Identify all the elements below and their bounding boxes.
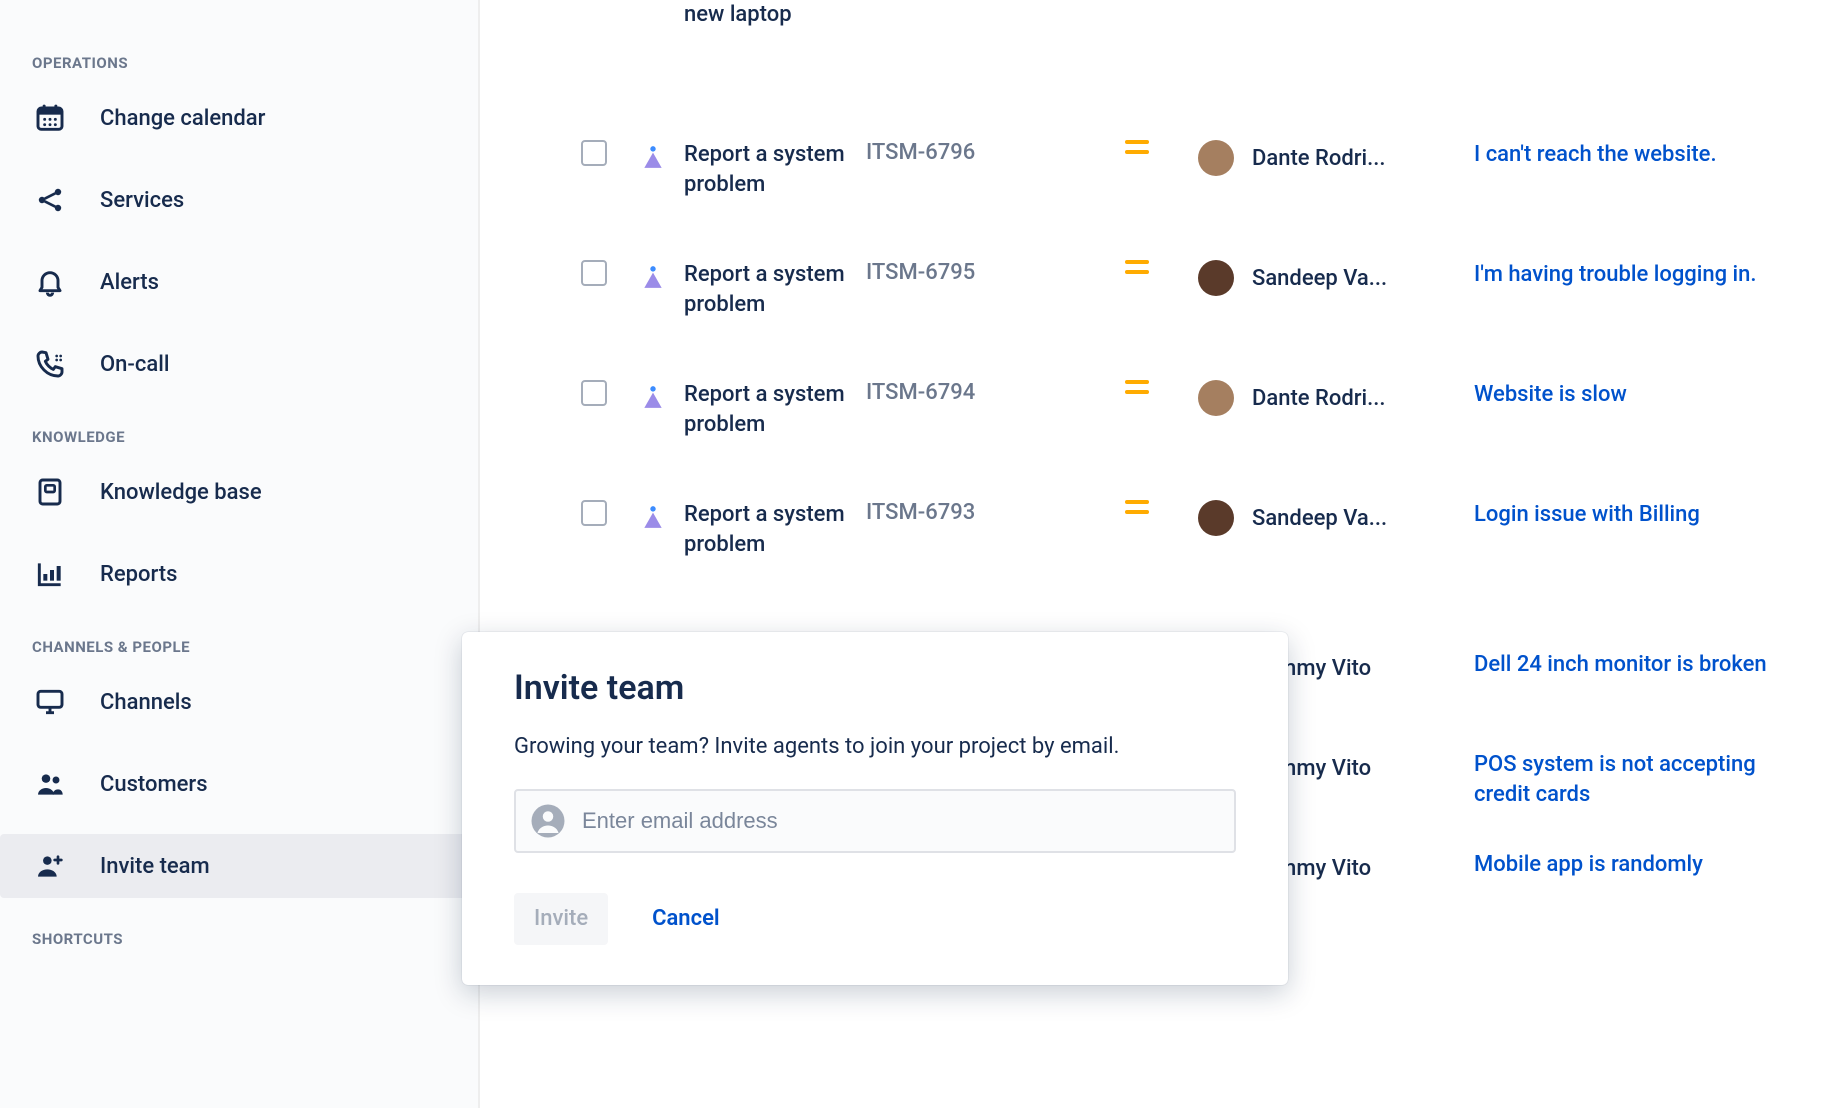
row-checkbox[interactable]: [581, 500, 607, 526]
reporter-name: Dante Rodri...: [1252, 146, 1386, 171]
sidebar-item-reports[interactable]: Reports: [0, 542, 478, 606]
issue-key[interactable]: ITSM-6793: [866, 500, 1076, 525]
sidebar-item-change-calendar[interactable]: Change calendar: [0, 86, 478, 150]
sidebar-section-knowledge: KNOWLEDGE: [0, 414, 478, 460]
sidebar-item-customers[interactable]: Customers: [0, 752, 478, 816]
priority-medium-icon: [1125, 140, 1149, 154]
row-checkbox[interactable]: [581, 260, 607, 286]
issue-summary-link[interactable]: Dell 24 inch monitor is broken: [1474, 652, 1767, 677]
sidebar-item-knowledge-base[interactable]: Knowledge base: [0, 460, 478, 524]
request-type-icon: [640, 144, 666, 170]
queue-type-label: Report a system problem: [684, 140, 850, 199]
row-checkbox[interactable]: [581, 380, 607, 406]
queue-type-label: Report a system problem: [684, 380, 850, 439]
phone-icon: [32, 346, 68, 382]
queue-type-label: Report a system problem: [684, 500, 850, 559]
person-plus-icon: [32, 848, 68, 884]
invite-email-input[interactable]: [582, 808, 1220, 834]
sidebar-item-label: Knowledge base: [100, 480, 262, 505]
sidebar-item-invite-team[interactable]: Invite team: [0, 834, 478, 898]
issue-key[interactable]: ITSM-6794: [866, 380, 1076, 405]
chart-icon: [32, 556, 68, 592]
queue-row: Report a system problem ITSM-6794 Dante R…: [564, 360, 1804, 480]
person-icon: [530, 803, 566, 839]
issue-summary-link[interactable]: Login issue with Billing: [1474, 502, 1700, 527]
reporter-avatar: [1198, 500, 1234, 536]
people-icon: [32, 766, 68, 802]
queue-row: Report a system problem ITSM-6796 Dante R…: [564, 120, 1804, 240]
reporter-avatar: [1198, 260, 1234, 296]
invite-button[interactable]: Invite: [514, 893, 608, 945]
sidebar-item-services[interactable]: Services: [0, 168, 478, 232]
monitor-icon: [32, 684, 68, 720]
sidebar: OPERATIONS Change calendar Services: [0, 0, 480, 1108]
sidebar-section-operations: OPERATIONS: [0, 40, 478, 86]
sidebar-item-label: Customers: [100, 772, 208, 797]
request-type-icon: [640, 384, 666, 410]
issue-key[interactable]: ITSM-6796: [866, 140, 1076, 165]
queue-row: Report a system problem ITSM-6795 Sandeep…: [564, 240, 1804, 360]
issue-summary-link[interactable]: Mobile app is randomly: [1474, 852, 1703, 877]
queue-type-label: Report a system problem: [684, 260, 850, 319]
priority-medium-icon: [1125, 500, 1149, 514]
cancel-button[interactable]: Cancel: [632, 893, 740, 945]
reporter-avatar: [1198, 380, 1234, 416]
reporter-name: Dante Rodri...: [1252, 386, 1386, 411]
sidebar-item-label: Channels: [100, 690, 192, 715]
reporter-name: Sandeep Va...: [1252, 506, 1387, 531]
sidebar-item-label: Reports: [100, 562, 177, 587]
sidebar-item-label: Services: [100, 188, 184, 213]
queue-type-label: new laptop: [684, 0, 792, 30]
sidebar-item-alerts[interactable]: Alerts: [0, 250, 478, 314]
reporter-name: Sandeep Va...: [1252, 266, 1387, 291]
priority-medium-icon: [1125, 380, 1149, 394]
sidebar-item-on-call[interactable]: On-call: [0, 332, 478, 396]
issue-key[interactable]: ITSM-6795: [866, 260, 1076, 285]
issue-summary-link[interactable]: I'm having trouble logging in.: [1474, 262, 1757, 287]
issue-summary-link[interactable]: POS system is not accepting credit cards: [1474, 752, 1756, 807]
modal-title: Invite team: [514, 668, 1236, 708]
sidebar-item-label: Alerts: [100, 270, 159, 295]
services-icon: [32, 182, 68, 218]
invite-email-input-wrapper[interactable]: [514, 789, 1236, 853]
sidebar-item-label: On-call: [100, 352, 169, 377]
calendar-icon: [32, 100, 68, 136]
request-type-icon: [640, 504, 666, 530]
priority-medium-icon: [1125, 260, 1149, 274]
sidebar-section-shortcuts: SHORTCUTS: [0, 916, 478, 962]
modal-description: Growing your team? Invite agents to join…: [514, 732, 1236, 763]
sidebar-section-channels-people: CHANNELS & PEOPLE: [0, 624, 478, 670]
bell-icon: [32, 264, 68, 300]
request-type-icon: [640, 264, 666, 290]
modal-actions: Invite Cancel: [514, 893, 1236, 945]
book-icon: [32, 474, 68, 510]
sidebar-item-label: Change calendar: [100, 106, 265, 131]
sidebar-item-label: Invite team: [100, 854, 210, 879]
queue-row: Report a system problem ITSM-6793 Sandeep…: [564, 480, 1804, 620]
row-checkbox[interactable]: [581, 140, 607, 166]
queue-row-partial: new laptop: [564, 0, 1804, 120]
invite-team-modal: Invite team Growing your team? Invite ag…: [462, 632, 1288, 985]
issue-summary-link[interactable]: I can't reach the website.: [1474, 142, 1717, 167]
reporter-avatar: [1198, 140, 1234, 176]
sidebar-item-channels[interactable]: Channels: [0, 670, 478, 734]
issue-summary-link[interactable]: Website is slow: [1474, 382, 1627, 407]
